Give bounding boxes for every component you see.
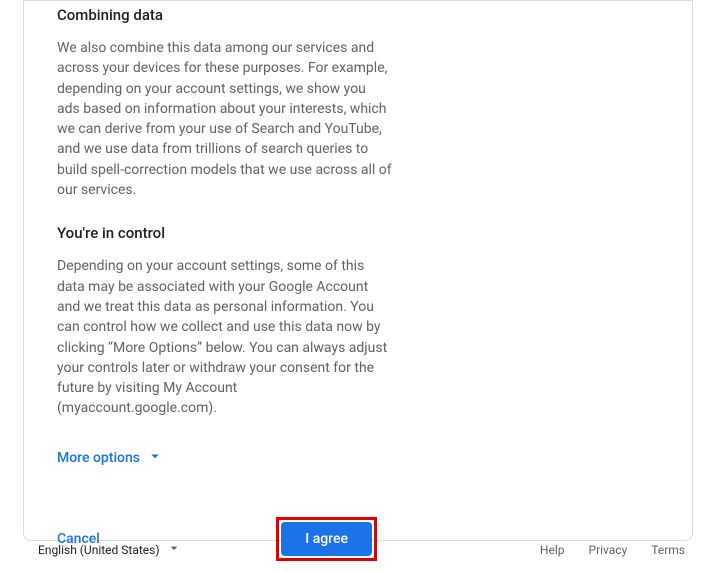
privacy-link[interactable]: Privacy xyxy=(589,543,628,557)
chevron-down-icon xyxy=(140,447,164,469)
page-footer: English (United States) Help Privacy Ter… xyxy=(38,540,685,559)
language-label: English (United States) xyxy=(38,543,160,557)
terms-link[interactable]: Terms xyxy=(651,543,685,557)
consent-card: Combining data We also combine this data… xyxy=(23,0,693,541)
dropdown-arrow-icon xyxy=(160,540,182,559)
in-control-heading: You're in control xyxy=(57,224,392,242)
in-control-body: Depending on your account settings, some… xyxy=(57,256,392,418)
combining-data-heading: Combining data xyxy=(57,6,392,24)
help-link[interactable]: Help xyxy=(540,543,565,557)
footer-links: Help Privacy Terms xyxy=(540,543,685,557)
content-column: Combining data We also combine this data… xyxy=(57,6,392,561)
language-selector[interactable]: English (United States) xyxy=(38,540,182,559)
combining-data-body: We also combine this data among our serv… xyxy=(57,38,392,200)
more-options-label: More options xyxy=(57,450,140,466)
more-options-button[interactable]: More options xyxy=(57,447,164,469)
